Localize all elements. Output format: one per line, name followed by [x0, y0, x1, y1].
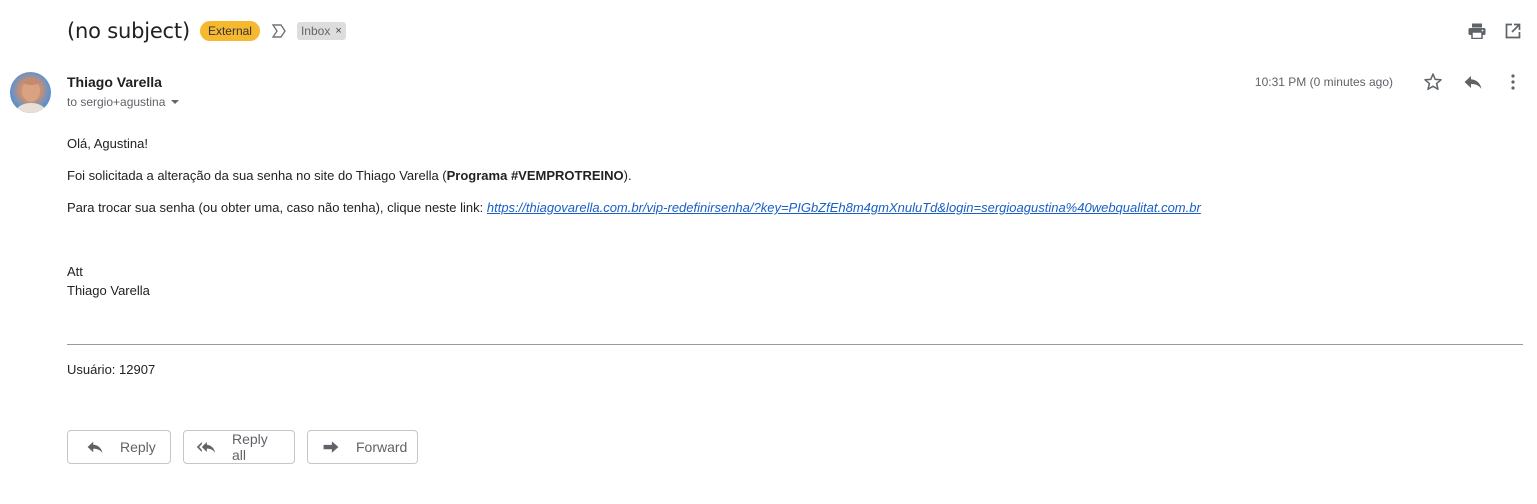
message-timestamp: 10:31 PM (0 minutes ago) — [1254, 75, 1393, 89]
line2-prefix: Para trocar sua senha (ou obter uma, cas… — [67, 200, 487, 215]
reply-label: Reply — [120, 439, 156, 455]
reply-icon[interactable] — [1463, 72, 1483, 92]
email-view: (no subject) External Inbox × Thiago Var… — [0, 0, 1537, 504]
reply-all-icon — [196, 437, 216, 457]
line1-suffix: ). — [623, 168, 632, 183]
forward-icon — [322, 437, 340, 457]
sender-name[interactable]: Thiago Varella — [67, 74, 162, 90]
line1-prefix: Foi solicitada a alteração da sua senha … — [67, 168, 447, 183]
subject-row: (no subject) External Inbox × — [67, 16, 346, 46]
reply-all-label: Reply all — [232, 431, 268, 463]
inbox-label-text: Inbox — [300, 24, 331, 38]
external-badge: External — [199, 21, 260, 41]
message-meta: 10:31 PM (0 minutes ago) — [1255, 72, 1523, 92]
star-icon[interactable] — [1423, 72, 1443, 92]
reset-password-link[interactable]: https://thiagovarella.com.br/vip-redefin… — [487, 200, 1201, 215]
printer-icon[interactable] — [1467, 21, 1487, 41]
forward-button[interactable]: Forward — [307, 430, 418, 464]
thread-actions — [1467, 21, 1523, 41]
reply-button[interactable]: Reply — [67, 430, 171, 464]
reset-link-text: Para trocar sua senha (ou obter uma, cas… — [67, 200, 1201, 216]
closing-text: Att — [67, 264, 83, 279]
remove-label-icon[interactable]: × — [335, 24, 341, 38]
greeting-text: Olá, Agustina! — [67, 136, 148, 151]
recipient-text: to sergio+agustina — [67, 95, 166, 109]
show-details-chevron-icon[interactable] — [171, 100, 180, 104]
program-name: Programa #VEMPROTREINO — [446, 168, 624, 183]
reply-icon — [86, 437, 104, 457]
inbox-label: Inbox × — [296, 22, 346, 40]
email-subject: (no subject) — [67, 19, 190, 43]
more-vert-icon[interactable] — [1503, 72, 1523, 92]
open-in-new-window-icon[interactable] — [1503, 21, 1523, 41]
reply-bar: Reply Reply all Forward — [67, 430, 418, 464]
importance-marker-icon[interactable] — [271, 23, 287, 39]
forward-label: Forward — [356, 439, 408, 455]
user-id-text: Usuário: 12907 — [67, 362, 156, 377]
reply-all-button[interactable]: Reply all — [183, 430, 295, 464]
signature-text: Thiago Varella — [67, 283, 150, 298]
recipient-line: to sergio+agustina — [67, 95, 180, 109]
sender-avatar[interactable] — [10, 72, 51, 113]
password-change-text: Foi solicitada a alteração da sua senha … — [67, 168, 632, 184]
divider — [67, 344, 1523, 345]
